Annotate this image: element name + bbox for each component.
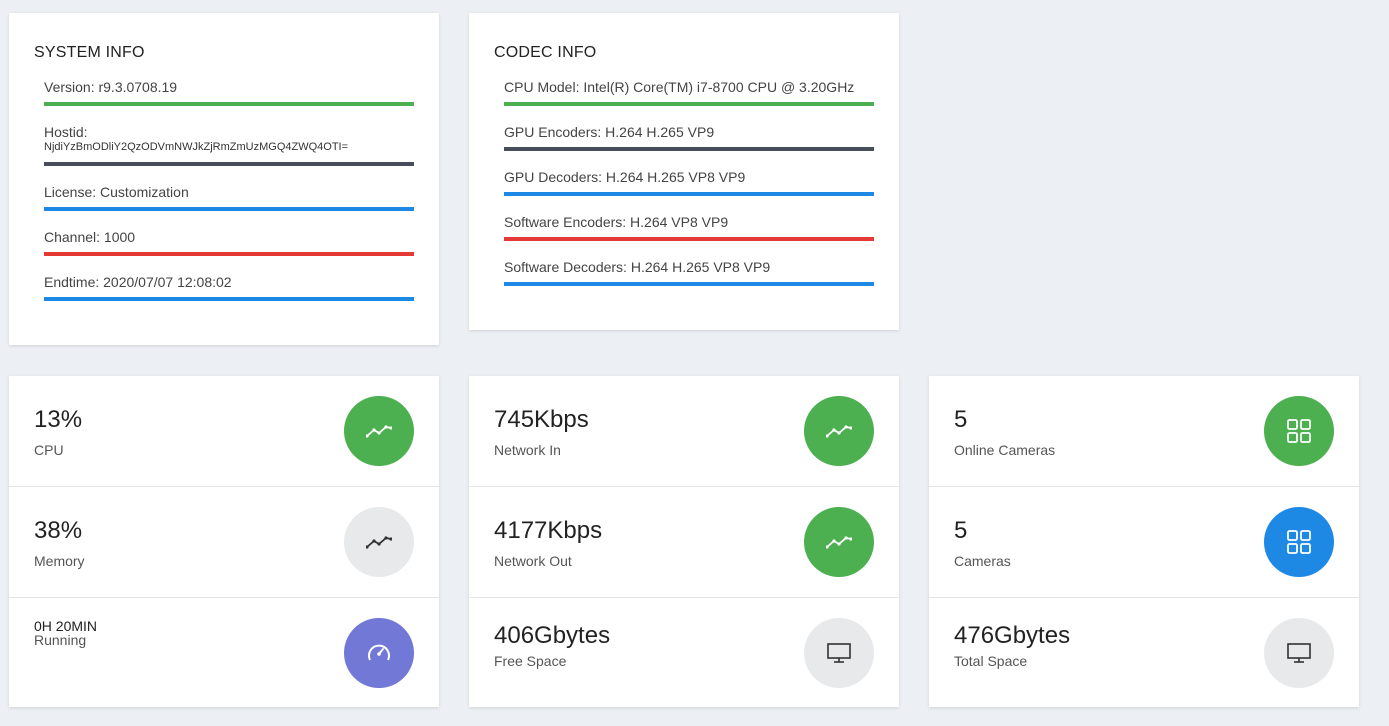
system-info-title: SYSTEM INFO — [34, 44, 145, 61]
endtime-text: Endtime: 2020/07/07 12:08:02 — [44, 274, 232, 290]
license-row: License: Customization — [44, 184, 414, 211]
software-encoders-bar — [504, 237, 874, 241]
total-space-stat: 476Gbytes Total Space — [929, 598, 1359, 708]
cpu-stat: 13% CPU — [9, 376, 439, 487]
stats-card-resources: 13% CPU 38% Memory 0H 20MIN Running — [9, 376, 439, 707]
network-in-value: 745Kbps — [494, 406, 589, 433]
stats-card-cameras: 5 Online Cameras 5 Cameras 476Gbytes Tot… — [929, 376, 1359, 707]
network-out-stat: 4177Kbps Network Out — [469, 487, 899, 598]
codec-info-card: CODEC INFO CPU Model: Intel(R) Core(TM) … — [469, 13, 899, 330]
cpu-trend-icon — [344, 396, 414, 466]
channel-text: Channel: 1000 — [44, 229, 136, 245]
version-bar — [44, 102, 414, 106]
software-decoders-bar — [504, 282, 874, 286]
free-space-stat: 406Gbytes Free Space — [469, 598, 899, 708]
hostid-row: Hostid: NjdiYzBmODliY2QzODVmNWJkZjRmZmUz… — [44, 124, 414, 166]
network-out-trend-icon — [804, 507, 874, 577]
cpu-model-row: CPU Model: Intel(R) Core(TM) i7-8700 CPU… — [504, 79, 874, 106]
total-space-label: Total Space — [954, 653, 1028, 669]
cpu-label: CPU — [34, 442, 64, 458]
online-cameras-label: Online Cameras — [954, 442, 1056, 458]
speedometer-icon — [344, 618, 414, 688]
network-in-trend-icon — [804, 396, 874, 466]
version-row: Version: r9.3.0708.19 — [44, 79, 414, 106]
software-decoders-row: Software Decoders: H.264 H.265 VP8 VP9 — [504, 259, 874, 286]
endtime-row: Endtime: 2020/07/07 12:08:02 — [44, 274, 414, 301]
system-info-card: SYSTEM INFO Version: r9.3.0708.19 Hostid… — [9, 13, 439, 345]
cameras-grid-icon — [1264, 507, 1334, 577]
gpu-encoders-bar — [504, 147, 874, 151]
hostid-label: Hostid: — [44, 124, 88, 140]
monitor-icon — [804, 618, 874, 688]
gpu-decoders-text: GPU Decoders: H.264 H.265 VP8 VP9 — [504, 169, 746, 185]
online-cameras-value: 5 — [954, 406, 968, 433]
software-encoders-text: Software Encoders: H.264 VP8 VP9 — [504, 214, 729, 230]
online-cameras-stat: 5 Online Cameras — [929, 376, 1359, 487]
online-cameras-grid-icon — [1264, 396, 1334, 466]
endtime-bar — [44, 297, 414, 301]
memory-stat: 38% Memory — [9, 487, 439, 598]
gpu-decoders-row: GPU Decoders: H.264 H.265 VP8 VP9 — [504, 169, 874, 196]
monitor-icon — [1264, 618, 1334, 688]
channel-row: Channel: 1000 — [44, 229, 414, 256]
gpu-encoders-text: GPU Encoders: H.264 H.265 VP9 — [504, 124, 715, 140]
hostid-value: NjdiYzBmODliY2QzODVmNWJkZjRmZmUzMGQ4ZWQ4… — [44, 141, 349, 153]
free-space-label: Free Space — [494, 653, 567, 669]
gpu-encoders-row: GPU Encoders: H.264 H.265 VP9 — [504, 124, 874, 151]
gpu-decoders-bar — [504, 192, 874, 196]
cpu-model-text: CPU Model: Intel(R) Core(TM) i7-8700 CPU… — [504, 79, 855, 95]
version-text: Version: r9.3.0708.19 — [44, 79, 178, 95]
cameras-stat: 5 Cameras — [929, 487, 1359, 598]
hostid-bar — [44, 162, 414, 166]
memory-value: 38% — [34, 517, 83, 544]
cameras-label: Cameras — [954, 553, 1011, 569]
codec-info-title: CODEC INFO — [494, 44, 597, 61]
license-bar — [44, 207, 414, 211]
cameras-value: 5 — [954, 517, 968, 544]
running-label: Running — [34, 632, 87, 648]
memory-label: Memory — [34, 553, 85, 569]
stats-card-network: 745Kbps Network In 4177Kbps Network Out … — [469, 376, 899, 707]
network-in-label: Network In — [494, 442, 561, 458]
license-text: License: Customization — [44, 184, 189, 200]
network-out-value: 4177Kbps — [494, 517, 603, 544]
channel-bar — [44, 252, 414, 256]
network-out-label: Network Out — [494, 553, 572, 569]
free-space-value: 406Gbytes — [494, 622, 611, 649]
network-in-stat: 745Kbps Network In — [469, 376, 899, 487]
cpu-value: 13% — [34, 406, 83, 433]
total-space-value: 476Gbytes — [954, 622, 1071, 649]
memory-trend-icon — [344, 507, 414, 577]
software-decoders-text: Software Decoders: H.264 H.265 VP8 VP9 — [504, 259, 771, 275]
software-encoders-row: Software Encoders: H.264 VP8 VP9 — [504, 214, 874, 241]
cpu-model-bar — [504, 102, 874, 106]
running-stat: 0H 20MIN Running — [9, 598, 439, 708]
